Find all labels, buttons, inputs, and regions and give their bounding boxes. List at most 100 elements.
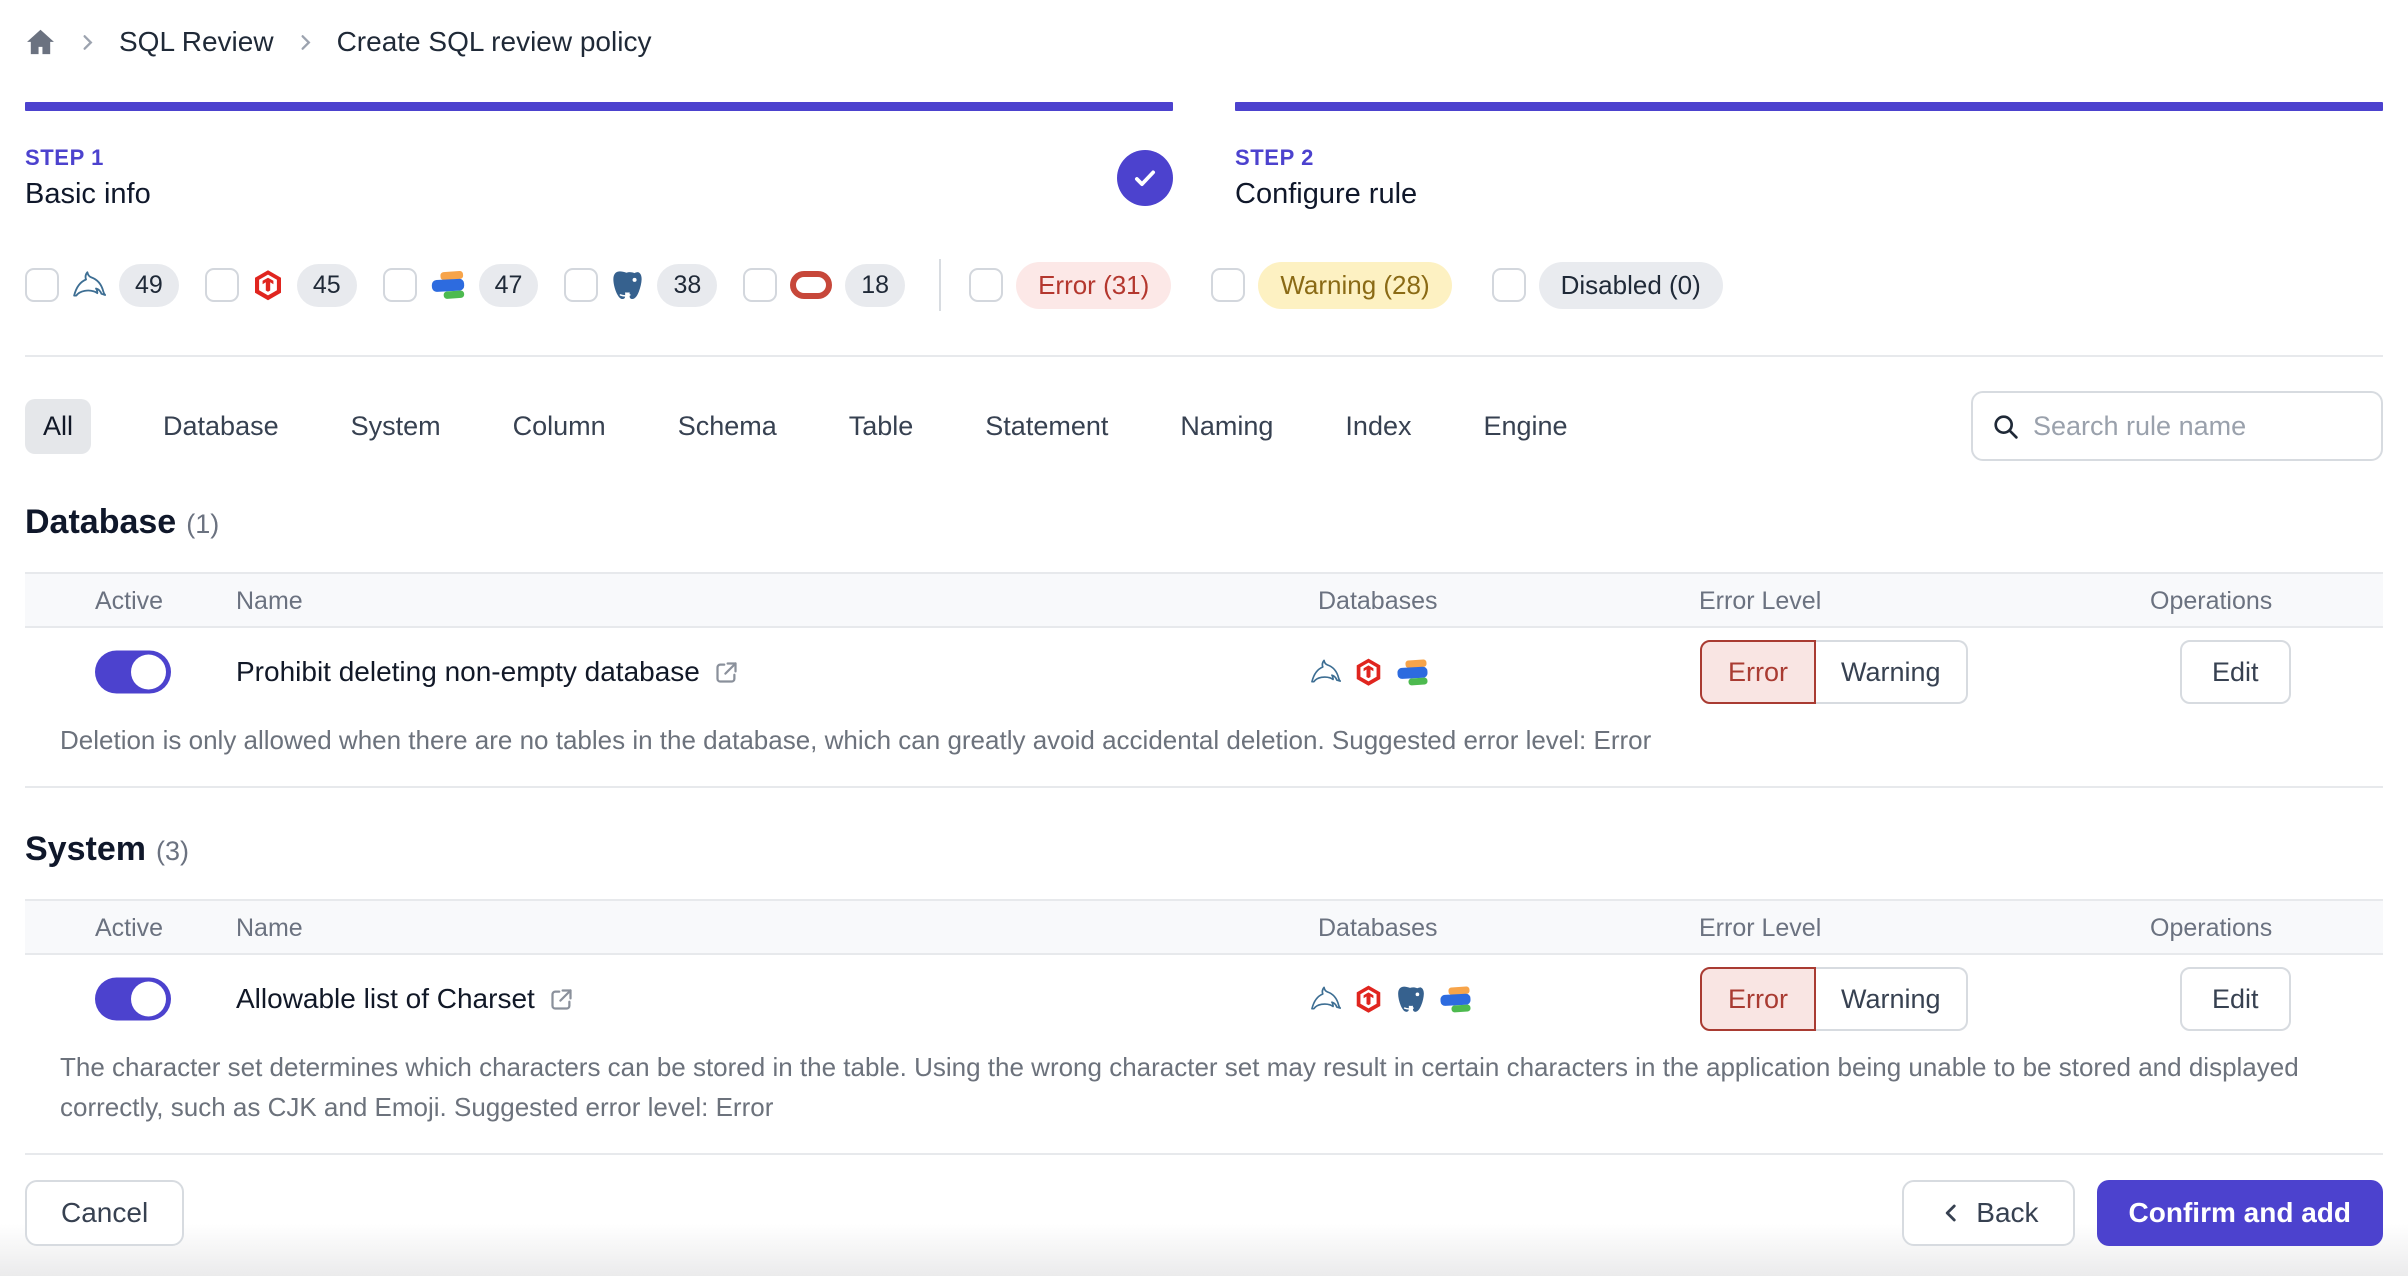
tidb-icon [1354, 658, 1383, 687]
oceanbase-icon [1396, 659, 1429, 685]
table-header: Active Name Databases Error Level Operat… [25, 899, 2383, 955]
oracle-icon [790, 271, 833, 299]
step-2-progress-bar [1235, 102, 2383, 111]
filter-oceanbase: 47 [382, 263, 539, 307]
filter-postgresql: 38 [564, 263, 718, 307]
table-header: Active Name Databases Error Level Operat… [25, 572, 2383, 628]
oceanbase-checkbox[interactable] [382, 268, 417, 302]
column-header-operations: Operations [2150, 587, 2273, 615]
filter-warning-level: Warning (28) [1211, 261, 1452, 309]
column-header-databases: Databases [1318, 587, 1438, 615]
chevron-left-icon [1938, 1200, 1964, 1226]
mysql-checkbox[interactable] [25, 268, 59, 302]
tab-schema[interactable]: Schema [678, 411, 777, 442]
step-1: STEP 1 Basic info [25, 102, 1173, 211]
postgresql-icon [611, 269, 644, 302]
warning-level-checkbox[interactable] [1211, 268, 1246, 302]
table-row: Allowable list of Charset Error Warning [25, 955, 2383, 1043]
tab-all[interactable]: All [25, 398, 92, 454]
error-level-option-error[interactable]: Error [1700, 640, 1816, 704]
edit-button[interactable]: Edit [2180, 640, 2291, 704]
search-input[interactable] [2033, 410, 2363, 442]
section-title: System [25, 830, 146, 868]
mysql-count-badge: 49 [119, 263, 179, 307]
oceanbase-count-badge: 47 [478, 263, 539, 307]
error-level-option-warning[interactable]: Warning [1816, 640, 1968, 704]
tidb-icon [1354, 985, 1383, 1014]
postgresql-count-badge: 38 [657, 263, 718, 307]
filter-oracle: 18 [743, 263, 906, 307]
confirm-and-add-button[interactable]: Confirm and add [2096, 1180, 2383, 1246]
filter-mysql: 49 [25, 263, 179, 307]
tab-statement[interactable]: Statement [985, 411, 1108, 442]
database-rules-table: Active Name Databases Error Level Operat… [25, 572, 2383, 788]
rule-active-toggle[interactable] [95, 650, 171, 694]
rule-description: The character set determines which chara… [25, 1043, 2383, 1155]
edit-button[interactable]: Edit [2180, 967, 2291, 1031]
step-2: STEP 2 Configure rule [1235, 102, 2383, 211]
section-count: (3) [155, 836, 189, 866]
step-1-title: Basic info [25, 178, 151, 210]
mysql-icon [72, 268, 106, 302]
step-indicator: STEP 1 Basic info STEP 2 Configure rule [25, 102, 2383, 211]
tab-index[interactable]: Index [1345, 411, 1411, 442]
rule-active-toggle[interactable] [95, 977, 171, 1021]
oracle-checkbox[interactable] [743, 268, 778, 302]
tab-naming[interactable]: Naming [1180, 411, 1273, 442]
step-1-label: STEP 1 [25, 145, 105, 170]
column-header-error-level: Error Level [1699, 914, 1822, 942]
search-box [1971, 391, 2383, 461]
tab-engine[interactable]: Engine [1483, 411, 1567, 442]
postgresql-icon [1396, 984, 1426, 1014]
back-button[interactable]: Back [1902, 1180, 2075, 1246]
error-level-checkbox[interactable] [969, 268, 1004, 302]
column-header-name: Name [236, 587, 303, 615]
breadcrumb: SQL Review Create SQL review policy [25, 26, 2383, 58]
warning-count-pill: Warning (28) [1258, 261, 1452, 309]
external-link-icon[interactable] [713, 659, 740, 686]
error-level-option-warning[interactable]: Warning [1816, 967, 1968, 1031]
chevron-right-icon [294, 31, 317, 54]
external-link-icon[interactable] [548, 986, 575, 1013]
tab-database[interactable]: Database [163, 411, 279, 442]
column-header-databases: Databases [1318, 914, 1438, 942]
table-row: Prohibit deleting non-empty database Err… [25, 628, 2383, 716]
category-tab-bar: All Database System Column Schema Table … [25, 391, 2383, 461]
error-level-option-error[interactable]: Error [1700, 967, 1816, 1031]
tidb-checkbox[interactable] [204, 268, 239, 302]
tab-column[interactable]: Column [513, 411, 606, 442]
error-level-segmented-control: Error Warning [1700, 967, 1968, 1031]
column-header-active: Active [95, 587, 164, 615]
step-2-title: Configure rule [1235, 178, 1418, 210]
filter-disabled-level: Disabled (0) [1491, 261, 1723, 309]
section-title: Database [25, 503, 177, 541]
section-heading-system: System (3) [25, 830, 2383, 869]
chevron-right-icon [76, 31, 99, 54]
oceanbase-icon [1439, 986, 1472, 1012]
tab-system[interactable]: System [351, 411, 441, 442]
step-2-label: STEP 2 [1235, 145, 1315, 170]
create-sql-review-policy-page: SQL Review Create SQL review policy STEP… [0, 0, 2408, 1276]
rule-name: Prohibit deleting non-empty database [236, 656, 700, 687]
section-heading-database: Database (1) [25, 503, 2383, 542]
breadcrumb-sql-review[interactable]: SQL Review [119, 26, 274, 58]
disabled-level-checkbox[interactable] [1491, 268, 1526, 302]
rule-name: Allowable list of Charset [236, 983, 535, 1014]
footer-action-bar: Cancel Back Confirm and add [0, 1160, 2408, 1276]
oceanbase-icon [430, 271, 466, 299]
home-icon[interactable] [25, 27, 56, 58]
column-header-error-level: Error Level [1699, 587, 1822, 615]
column-header-operations: Operations [2150, 914, 2273, 942]
tab-table[interactable]: Table [849, 411, 914, 442]
mysql-icon [1310, 657, 1341, 688]
oracle-count-badge: 18 [845, 263, 906, 307]
back-button-label: Back [1976, 1197, 2039, 1228]
filter-divider [939, 259, 942, 311]
system-rules-table: Active Name Databases Error Level Operat… [25, 899, 2383, 1155]
cancel-button[interactable]: Cancel [25, 1180, 185, 1246]
postgresql-checkbox[interactable] [564, 268, 599, 302]
filter-error-level: Error (31) [969, 261, 1172, 309]
step-1-completed-check-icon [1117, 150, 1173, 206]
error-level-segmented-control: Error Warning [1700, 640, 1968, 704]
tidb-icon [252, 269, 284, 301]
